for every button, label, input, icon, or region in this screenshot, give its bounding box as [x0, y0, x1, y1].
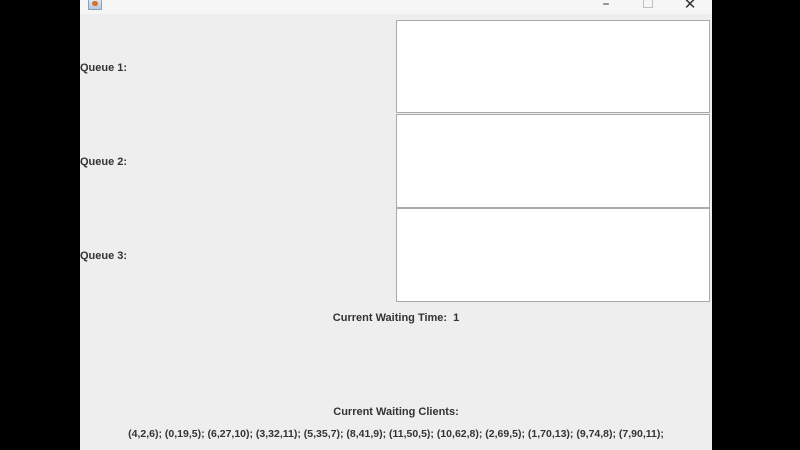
- queue-1-box[interactable]: [396, 20, 710, 113]
- minimize-icon[interactable]: –: [586, 0, 626, 13]
- title-bar: – ☐ ✕: [80, 0, 712, 14]
- queue-1-label: Queue 1:: [80, 62, 128, 74]
- waiting-time-value: 1: [453, 312, 460, 324]
- java-app-icon[interactable]: [88, 0, 102, 10]
- waiting-clients-label: Current Waiting Clients:: [333, 406, 459, 418]
- waiting-time-row: Current Waiting Time: 1: [80, 311, 712, 325]
- app-window: – ☐ ✕ Queue 1: Queue 2: Queue 3: Current…: [80, 0, 712, 450]
- maximize-icon[interactable]: ☐: [628, 0, 668, 13]
- queue-3-box[interactable]: [396, 208, 710, 302]
- waiting-clients-list: (4,2,6); (0,19,5); (6,27,10); (3,32,11);…: [128, 428, 664, 440]
- queue-3-label: Queue 3:: [80, 250, 128, 262]
- queue-2-label: Queue 2:: [80, 156, 128, 168]
- queue-2-box[interactable]: [396, 114, 710, 208]
- close-icon[interactable]: ✕: [670, 0, 710, 13]
- waiting-time-label: Current Waiting Time:: [332, 312, 448, 324]
